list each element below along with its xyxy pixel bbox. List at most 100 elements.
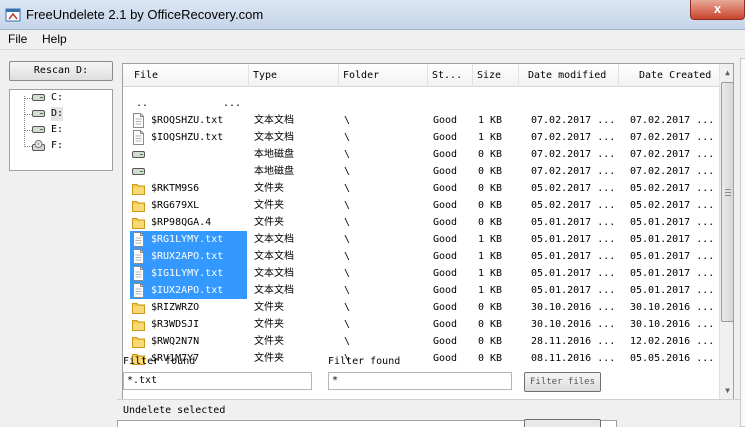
file-type: 文本文档 bbox=[254, 268, 294, 279]
date-created: 05.01.2017 ... bbox=[630, 217, 715, 228]
main-panel: File Type Folder St... Size Date modifie… bbox=[117, 50, 745, 427]
column-header-size[interactable]: Size bbox=[473, 64, 519, 87]
scroll-up-icon[interactable]: ▲ bbox=[720, 64, 733, 81]
table-row[interactable]: $IG1LYMY.txt 文本文档 \ Good 1 KB 05.01.2017 ... 0… bbox=[123, 265, 719, 282]
table-row[interactable]: $RKTM9S6 文件夹 \ Good 0 KB 05.02.2017 ... 05.02.… bbox=[123, 180, 719, 197]
table-row[interactable]: ..... bbox=[123, 95, 719, 112]
menu-help[interactable]: Help bbox=[42, 32, 67, 46]
file-type: 本地磁盘 bbox=[254, 149, 294, 160]
date-created: 07.02.2017 ... bbox=[630, 132, 715, 143]
date-modified: 28.11.2016 ... bbox=[531, 336, 616, 347]
date-created: 07.02.2017 ... bbox=[630, 166, 715, 177]
file-type: 文件夹 bbox=[254, 353, 284, 364]
filter-input-2[interactable]: * bbox=[328, 372, 512, 390]
table-row[interactable]: $RUX2APO.txt 文本文档 \ Good 1 KB 05.01.2017 ... 0… bbox=[123, 248, 719, 265]
file-type: 文本文档 bbox=[254, 132, 294, 143]
file-name-cell bbox=[130, 163, 247, 180]
drive-icon bbox=[32, 126, 45, 133]
column-header-folder[interactable]: Folder bbox=[339, 64, 428, 87]
rescan-button[interactable]: Rescan D: bbox=[9, 61, 113, 81]
tree-connector bbox=[24, 96, 25, 145]
table-row[interactable]: $RV1M7Y7 文件夹 \ Good 0 KB 08.11.2016 ... 05.05.… bbox=[123, 350, 719, 367]
row-icon bbox=[132, 215, 145, 230]
date-created: 05.05.2016 ... bbox=[630, 353, 715, 364]
table-row[interactable]: 本地磁盘 \ Good 0 KB 07.02.2017 ... 07.02.2017 ..… bbox=[123, 146, 719, 163]
folder-icon bbox=[132, 320, 145, 331]
file-status: Good bbox=[433, 132, 458, 143]
vertical-scrollbar[interactable]: ▲ ▼ bbox=[719, 64, 733, 399]
date-modified: 30.10.2016 ... bbox=[531, 319, 616, 330]
file-status: Good bbox=[433, 319, 458, 330]
date-created: 05.01.2017 ... bbox=[630, 285, 715, 296]
filter-files-button[interactable]: Filter files bbox=[524, 372, 601, 392]
date-created: 12.02.2016 ... bbox=[630, 336, 715, 347]
row-icon bbox=[132, 130, 145, 145]
file-name-cell: $R3WDSJI bbox=[130, 316, 247, 333]
text-file-icon bbox=[133, 130, 144, 145]
file-status: Good bbox=[433, 353, 458, 364]
table-row[interactable]: $RG679XL 文件夹 \ Good 0 KB 05.02.2017 ... 05.02.… bbox=[123, 197, 719, 214]
file-name-cell: $RWQ2N7N bbox=[130, 333, 247, 350]
filter-input-1[interactable]: *.txt bbox=[123, 372, 312, 390]
drive-tree[interactable]: C: D: E: F: bbox=[9, 89, 113, 171]
date-created: 05.01.2017 ... bbox=[630, 234, 715, 245]
file-name-cell: $RG679XL bbox=[130, 197, 247, 214]
file-name: .. bbox=[136, 98, 149, 109]
file-list[interactable]: File Type Folder St... Size Date modifie… bbox=[122, 63, 734, 400]
text-file-icon bbox=[133, 113, 144, 128]
column-header-date-modified[interactable]: Date modified bbox=[519, 64, 619, 87]
date-modified: 05.02.2017 ... bbox=[531, 200, 616, 211]
table-row[interactable]: $RIZWRZO 文件夹 \ Good 0 KB 30.10.2016 ... 30.10.… bbox=[123, 299, 719, 316]
table-row[interactable]: $RG1LYMY.txt 文本文档 \ Good 1 KB 05.01.2017 ... 0… bbox=[123, 231, 719, 248]
file-status: Good bbox=[433, 302, 458, 313]
text-file-icon bbox=[133, 283, 144, 298]
tree-item-label: C: bbox=[51, 92, 64, 103]
file-type: 文件夹 bbox=[254, 217, 284, 228]
row-icon bbox=[132, 300, 145, 315]
file-type: 文本文档 bbox=[254, 115, 294, 126]
file-type: 文件夹 bbox=[254, 183, 284, 194]
file-size: 0 KB bbox=[478, 183, 503, 194]
scroll-thumb[interactable] bbox=[721, 82, 733, 322]
date-modified: 05.02.2017 ... bbox=[531, 183, 616, 194]
column-header-type[interactable]: Type bbox=[249, 64, 339, 87]
column-header-file[interactable]: File bbox=[130, 64, 249, 87]
text-file-icon bbox=[133, 266, 144, 281]
tree-item-label: D: bbox=[51, 107, 64, 121]
file-type: 文件夹 bbox=[254, 319, 284, 330]
tree-item-label: E: bbox=[51, 124, 64, 135]
file-size: 1 KB bbox=[478, 234, 503, 245]
undelete-button[interactable] bbox=[524, 419, 601, 427]
close-button[interactable]: x bbox=[690, 0, 745, 20]
file-type: 本地磁盘 bbox=[254, 166, 294, 177]
table-row[interactable]: $R3WDSJI 文件夹 \ Good 0 KB 30.10.2016 ... 30.10.… bbox=[123, 316, 719, 333]
file-size: 1 KB bbox=[478, 115, 503, 126]
table-row[interactable]: $IOQSHZU.txt 文本文档 \ Good 1 KB 07.02.2017 ... 0… bbox=[123, 129, 719, 146]
text-file-icon bbox=[133, 249, 144, 264]
file-folder: \ bbox=[344, 132, 351, 143]
tree-item-label: F: bbox=[51, 140, 64, 151]
row-icon bbox=[132, 266, 145, 281]
menu-file[interactable]: File bbox=[8, 32, 27, 46]
scroll-down-icon[interactable]: ▼ bbox=[720, 382, 733, 399]
date-modified: 07.02.2017 ... bbox=[531, 149, 616, 160]
file-size: 0 KB bbox=[478, 336, 503, 347]
table-row[interactable]: $RWQ2N7N 文件夹 \ Good 0 KB 28.11.2016 ... 12.02.… bbox=[123, 333, 719, 350]
date-modified: 05.01.2017 ... bbox=[531, 217, 616, 228]
date-modified: 08.11.2016 ... bbox=[531, 353, 616, 364]
row-icon bbox=[132, 147, 145, 162]
drive-icon bbox=[132, 151, 145, 158]
file-type: 文件夹 bbox=[254, 302, 284, 313]
file-status: Good bbox=[433, 183, 458, 194]
file-size: 1 KB bbox=[478, 285, 503, 296]
table-row[interactable]: 本地磁盘 \ Good 0 KB 07.02.2017 ... 07.02.2017 ..… bbox=[123, 163, 719, 180]
column-header-date-created[interactable]: Date Created bbox=[619, 64, 719, 87]
table-row[interactable]: $IUX2APO.txt 文本文档 \ Good 1 KB 05.01.2017 ... 0… bbox=[123, 282, 719, 299]
table-row[interactable]: $ROQSHZU.txt 文本文档 \ Good 1 KB 07.02.2017 ... 0… bbox=[123, 112, 719, 129]
file-status: Good bbox=[433, 251, 458, 262]
date-modified bbox=[531, 95, 619, 112]
table-row[interactable]: $RP98QGA.4 文件夹 \ Good 0 KB 05.01.2017 ... 05.0… bbox=[123, 214, 719, 231]
column-header-status[interactable]: St... bbox=[428, 64, 473, 87]
file-name: $RWQ2N7N bbox=[151, 336, 200, 347]
drive-icon bbox=[32, 94, 45, 101]
